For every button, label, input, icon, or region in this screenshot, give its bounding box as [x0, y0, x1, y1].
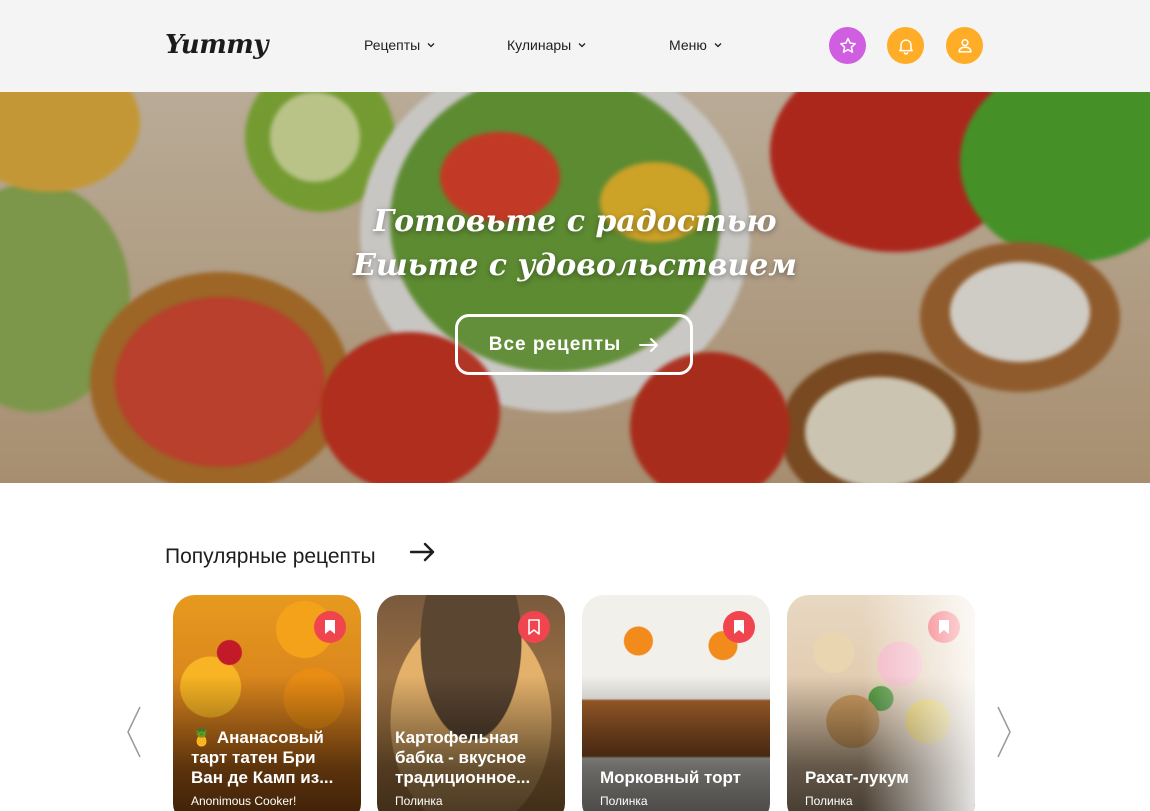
- bookmark-outline-icon: [528, 619, 540, 635]
- user-icon: [957, 38, 972, 53]
- hero-title-line1: Готовьте с радостью: [373, 204, 777, 239]
- chevron-down-icon: [714, 43, 722, 48]
- star-icon: [839, 37, 856, 53]
- recipe-card[interactable]: 🍍 Ананасовый тарт татен Бри Ван де Камп …: [173, 595, 361, 811]
- recipe-author: Полинка: [805, 794, 853, 808]
- arrow-right-icon: [639, 337, 659, 352]
- bookmark-button[interactable]: [928, 611, 960, 643]
- favorites-button[interactable]: [829, 27, 866, 64]
- notifications-button[interactable]: [887, 27, 924, 64]
- all-recipes-label: Все рецепты: [488, 333, 622, 355]
- carousel-prev-button[interactable]: [126, 705, 142, 759]
- bookmark-icon: [939, 620, 949, 634]
- bookmark-button[interactable]: [314, 611, 346, 643]
- logo[interactable]: Yummy: [165, 30, 268, 60]
- recipe-title: 🍍 Ананасовый тарт татен Бри Ван де Камп …: [191, 728, 334, 787]
- hero-title-line2: Ешьте с удовольствием: [353, 248, 797, 283]
- recipe-author: Полинка: [395, 794, 443, 808]
- bookmark-icon: [734, 620, 744, 634]
- bookmark-button[interactable]: [518, 611, 550, 643]
- recipe-title: Морковный торт: [600, 768, 741, 787]
- nav-menu[interactable]: Меню: [669, 37, 723, 53]
- recipe-author: Полинка: [600, 794, 648, 808]
- nav-cooks[interactable]: Кулинары: [507, 37, 587, 53]
- nav-menu-label: Меню: [669, 37, 707, 53]
- nav-cooks-label: Кулинары: [507, 37, 572, 53]
- recipe-image: [787, 595, 975, 811]
- nav-recipes[interactable]: Рецепты: [364, 37, 436, 53]
- popular-recipes-title: Популярные рецепты: [165, 545, 376, 568]
- hero-banner: Готовьте с радостью Ешьте с удовольствие…: [0, 92, 1150, 483]
- chevron-down-icon: [578, 43, 586, 48]
- all-recipes-button[interactable]: Все рецепты: [455, 314, 693, 375]
- arrow-right-icon[interactable]: [410, 542, 436, 562]
- recipe-title: Рахат-лукум: [805, 768, 909, 787]
- recipe-author: Anonimous Cooker!: [191, 794, 297, 808]
- nav-recipes-label: Рецепты: [364, 37, 421, 53]
- chevron-down-icon: [427, 43, 435, 48]
- recipe-card[interactable]: Рахат-лукум Полинка: [787, 595, 975, 811]
- recipe-title: Картофельная бабка - вкусное традиционно…: [395, 728, 531, 787]
- recipe-card[interactable]: Картофельная бабка - вкусное традиционно…: [377, 595, 565, 811]
- bell-icon: [898, 38, 913, 55]
- bookmark-icon: [325, 620, 335, 634]
- profile-button[interactable]: [946, 27, 983, 64]
- header: Yummy Рецепты Кулинары Меню: [0, 0, 1150, 92]
- recipe-card[interactable]: Морковный торт Полинка: [582, 595, 770, 811]
- carousel-next-button[interactable]: [996, 705, 1012, 759]
- bookmark-button[interactable]: [723, 611, 755, 643]
